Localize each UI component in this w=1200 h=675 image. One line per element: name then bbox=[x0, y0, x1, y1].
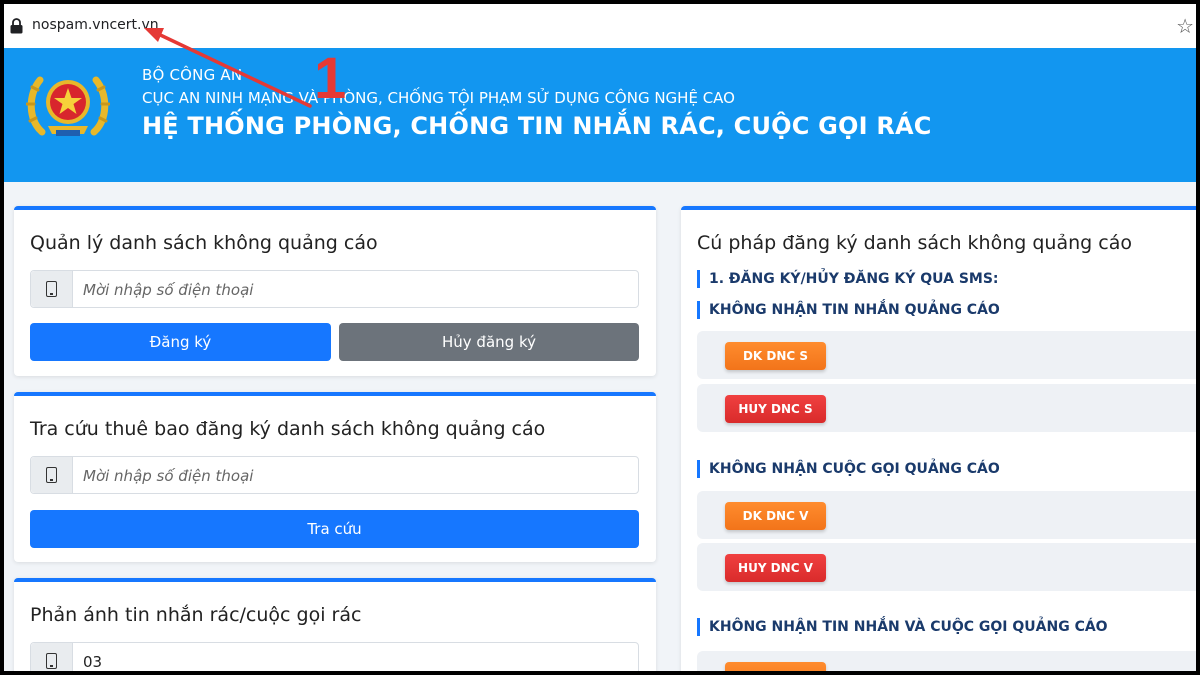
register-button[interactable]: Đăng ký bbox=[30, 323, 331, 361]
section-label-both: KHÔNG NHẬN TIN NHẮN VÀ CUỘC GỌI QUẢNG CÁ… bbox=[697, 618, 1108, 636]
register-sms-pill[interactable]: DK DNC S bbox=[725, 342, 826, 370]
manage-card: Quản lý danh sách không quảng cáo Mời nh… bbox=[14, 206, 656, 376]
report-card-title: Phản ánh tin nhắn rác/cuộc gọi rác bbox=[30, 604, 362, 626]
department-name: CỤC AN NINH MẠNG VÀ PHÒNG, CHỐNG TỘI PHẠ… bbox=[142, 89, 735, 107]
report-phone-input[interactable]: 03 bbox=[30, 642, 639, 671]
sms-heading: 1. ĐĂNG KÝ/HỦY ĐĂNG KÝ QUA SMS: bbox=[697, 270, 999, 288]
phone-icon bbox=[31, 271, 73, 307]
search-button[interactable]: Tra cứu bbox=[30, 510, 639, 548]
address-bar[interactable]: nospam.vncert.vn ☆ bbox=[4, 4, 1196, 48]
section-label-sms: KHÔNG NHẬN TIN NHẮN QUẢNG CÁO bbox=[697, 301, 1000, 319]
lookup-card: Tra cứu thuê bao đăng ký danh sách không… bbox=[14, 392, 656, 562]
manage-phone-placeholder: Mời nhập số điện thoại bbox=[83, 281, 254, 299]
report-card: Phản ánh tin nhắn rác/cuộc gọi rác 03 bbox=[14, 578, 656, 671]
list-item: DK DNC V bbox=[697, 491, 1196, 539]
url-text[interactable]: nospam.vncert.vn bbox=[32, 17, 159, 33]
section-label-call: KHÔNG NHẬN CUỘC GỌI QUẢNG CÁO bbox=[697, 460, 1000, 478]
cancel-sms-pill[interactable]: HUY DNC S bbox=[725, 395, 826, 423]
lookup-card-title: Tra cứu thuê bao đăng ký danh sách không… bbox=[30, 418, 546, 440]
list-item: HUY DNC V bbox=[697, 543, 1196, 591]
unregister-button[interactable]: Hủy đăng ký bbox=[339, 323, 639, 361]
cancel-call-pill[interactable]: HUY DNC V bbox=[725, 554, 826, 582]
syntax-card-title: Cú pháp đăng ký danh sách không quảng cá… bbox=[697, 232, 1132, 254]
phone-icon bbox=[31, 457, 73, 493]
report-phone-value: 03 bbox=[83, 653, 103, 671]
phone-icon bbox=[31, 643, 73, 671]
police-emblem-logo bbox=[26, 76, 110, 136]
lookup-phone-input[interactable]: Mời nhập số điện thoại bbox=[30, 456, 639, 494]
list-item: HUY DNC S bbox=[697, 384, 1196, 432]
bookmark-star-icon[interactable]: ☆ bbox=[1176, 14, 1194, 38]
manage-card-title: Quản lý danh sách không quảng cáo bbox=[30, 232, 378, 254]
register-both-pill[interactable]: DK DNC bbox=[725, 662, 826, 671]
ministry-name: BỘ CÔNG AN bbox=[142, 66, 243, 84]
register-call-pill[interactable]: DK DNC V bbox=[725, 502, 826, 530]
system-title: HỆ THỐNG PHÒNG, CHỐNG TIN NHẮN RÁC, CUỘC… bbox=[142, 112, 932, 140]
syntax-card: Cú pháp đăng ký danh sách không quảng cá… bbox=[681, 206, 1196, 671]
list-item: DK DNC bbox=[697, 651, 1196, 671]
browser-window: nospam.vncert.vn ☆ BỘ CÔNG AN CỤC AN NIN… bbox=[4, 4, 1196, 671]
lock-icon bbox=[10, 18, 23, 34]
list-item: DK DNC S bbox=[697, 331, 1196, 379]
lookup-phone-placeholder: Mời nhập số điện thoại bbox=[83, 467, 254, 485]
site-header: BỘ CÔNG AN CỤC AN NINH MẠNG VÀ PHÒNG, CH… bbox=[4, 48, 1196, 182]
manage-phone-input[interactable]: Mời nhập số điện thoại bbox=[30, 270, 639, 308]
